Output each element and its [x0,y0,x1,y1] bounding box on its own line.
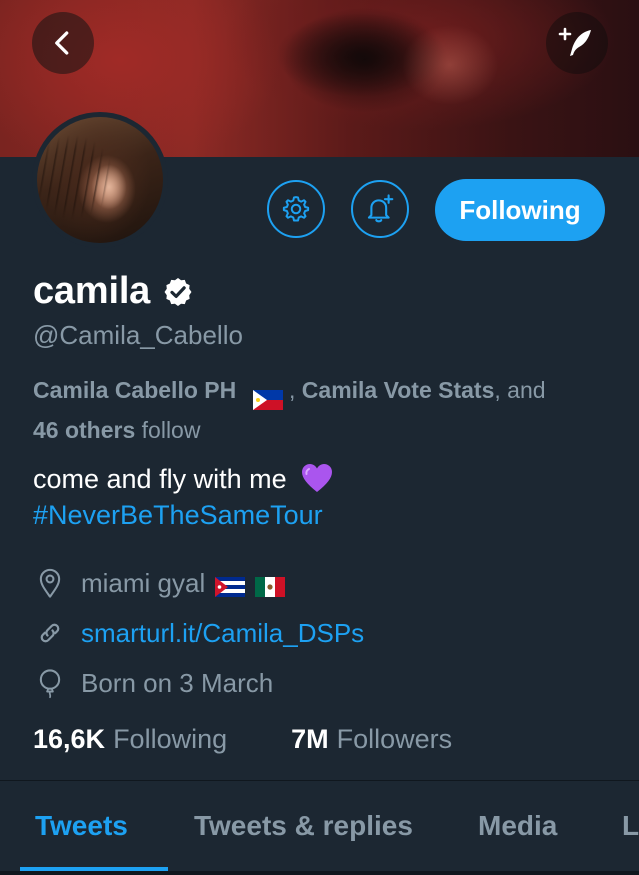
follow-text: follow [135,417,201,443]
follower-separator: , [282,377,302,403]
followers-count: 7M [291,724,329,754]
follower-and-text: , and [494,377,546,403]
tab-likes[interactable]: L [622,810,639,842]
profile-location: miami gyal [33,566,286,600]
philippines-flag-icon [252,382,283,410]
bio-hashtag-link[interactable]: #NeverBeTheSameTour [33,500,323,531]
notifications-toggle-button[interactable] [351,180,409,238]
profile-bio: come and fly with me [33,459,334,499]
birth-text: Born on 3 March [81,667,274,698]
back-button[interactable] [32,12,94,74]
tab-tweets-and-replies[interactable]: Tweets & replies [194,810,413,842]
website-link[interactable]: smarturl.it/Camila_DSPs [81,618,364,649]
profile-tabs: Tweets Tweets & replies Media L [0,780,639,875]
following-stat[interactable]: 16,6K Following [33,724,227,755]
followers-label: Followers [336,724,453,754]
location-text: miami gyal [81,567,206,598]
gear-icon [282,196,310,222]
link-icon [33,616,67,650]
compose-tweet-button[interactable] [546,12,608,74]
cuba-flag-icon [215,573,246,597]
tab-tweets[interactable]: Tweets [35,810,128,842]
followers-stat[interactable]: 7M Followers [291,724,452,755]
avatar-photo [37,117,163,243]
following-count: 16,6K [33,724,106,754]
banner-highlight [380,10,520,130]
follower-name-2[interactable]: Camila Vote Stats [302,377,495,403]
bell-plus-icon [367,194,394,223]
follower-name-1[interactable]: Camila Cabello PH [33,377,236,403]
profile-name-row: camila [33,270,194,313]
following-button[interactable]: Following [435,179,605,241]
profile-handle: @Camila_Cabello [33,320,243,350]
following-label: Following [113,724,228,754]
purple-heart-icon [302,464,333,492]
chevron-left-icon [55,31,69,55]
tabs-divider [0,871,639,875]
compose-quill-icon [558,27,591,56]
tab-media[interactable]: Media [478,810,557,842]
profile-stats: 16,6K Following 7M Followers [33,724,452,755]
profile-birthdate: Born on 3 March [33,666,273,700]
profile-settings-button[interactable] [267,180,325,238]
balloon-icon [33,666,67,700]
location-pin-icon [33,566,67,600]
followed-by-text: Camila Cabello PH , Camila Vote Stats, a… [33,370,623,450]
display-name: camila [33,270,151,312]
avatar-hair-texture [37,117,163,243]
profile-website: smarturl.it/Camila_DSPs [33,616,364,650]
profile-avatar[interactable] [32,112,168,248]
bio-text: come and fly with me [33,464,287,494]
follower-others-link[interactable]: 46 others [33,417,135,443]
verified-badge-icon [164,277,192,306]
mexico-flag-icon [255,573,286,597]
